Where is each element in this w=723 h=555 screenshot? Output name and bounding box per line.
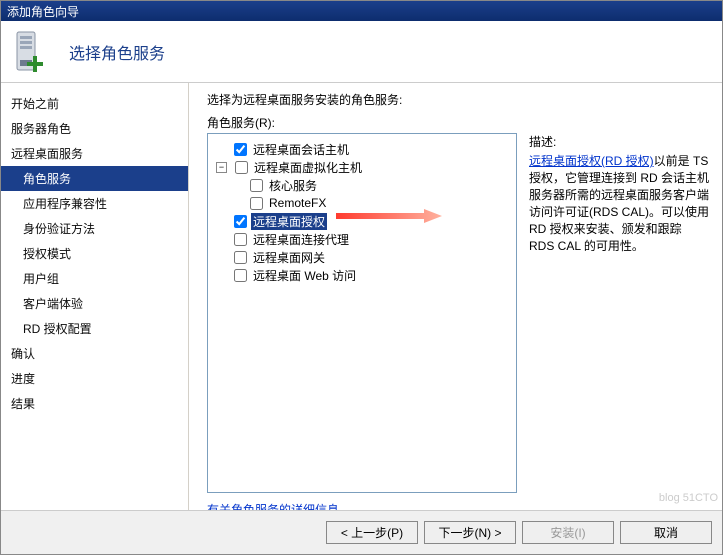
sidebar-step[interactable]: 应用程序兼容性 [1, 191, 188, 216]
cancel-button[interactable]: 取消 [620, 521, 712, 544]
tree-node[interactable]: RemoteFX [212, 194, 512, 212]
description-body: 远程桌面授权(RD 授权)以前是 TS 授权，它管理连接到 RD 会话主机服务器… [529, 152, 709, 254]
tree-node[interactable]: − 远程桌面虚拟化主机 [212, 158, 512, 176]
tree-checkbox[interactable] [250, 179, 263, 192]
description-text: 以前是 TS 授权，它管理连接到 RD 会话主机服务器所需的远程桌面服务客户端访… [529, 154, 709, 253]
sidebar-step[interactable]: 角色服务 [1, 166, 188, 191]
server-role-icon [11, 30, 51, 74]
sidebar-step[interactable]: 确认 [1, 341, 188, 366]
tree-node-label: 核心服务 [267, 177, 319, 194]
description-heading: 描述: [529, 133, 709, 150]
tree-node-label: 远程桌面授权 [251, 213, 327, 230]
sidebar-step[interactable]: 客户端体验 [1, 291, 188, 316]
main-content: 选择为远程桌面服务安装的角色服务: 角色服务(R): 远程桌面会话主机−远程桌面… [189, 83, 722, 510]
prompt-text: 选择为远程桌面服务安装的角色服务: [207, 91, 722, 108]
tree-node-label: RemoteFX [267, 196, 328, 210]
role-services-tree[interactable]: 远程桌面会话主机−远程桌面虚拟化主机核心服务RemoteFX远程桌面授权远程桌面… [207, 133, 517, 493]
tree-checkbox[interactable] [234, 251, 247, 264]
tree-node[interactable]: 远程桌面会话主机 [212, 140, 512, 158]
tree-node[interactable]: 远程桌面网关 [212, 248, 512, 266]
tree-node[interactable]: 远程桌面授权 [212, 212, 512, 230]
sidebar-step[interactable]: 用户组 [1, 266, 188, 291]
tree-node-label: 远程桌面虚拟化主机 [252, 159, 364, 176]
sidebar-step[interactable]: 远程桌面服务 [1, 141, 188, 166]
window-title: 添加角色向导 [7, 5, 79, 19]
prev-button[interactable]: < 上一步(P) [326, 521, 418, 544]
sidebar-step[interactable]: 授权模式 [1, 241, 188, 266]
sidebar-step[interactable]: 服务器角色 [1, 116, 188, 141]
page-heading: 选择角色服务 [69, 40, 165, 64]
tree-checkbox[interactable] [250, 197, 263, 210]
window-titlebar: 添加角色向导 [1, 1, 722, 21]
tree-node[interactable]: 远程桌面 Web 访问 [212, 266, 512, 284]
tree-node-label: 远程桌面连接代理 [251, 231, 351, 248]
tree-expander-icon[interactable]: − [216, 162, 227, 173]
next-button[interactable]: 下一步(N) > [424, 521, 516, 544]
tree-checkbox[interactable] [234, 233, 247, 246]
wizard-steps-sidebar: 开始之前服务器角色远程桌面服务角色服务应用程序兼容性身份验证方法授权模式用户组客… [1, 83, 189, 510]
tree-node-label: 远程桌面 Web 访问 [251, 267, 358, 284]
tree-checkbox[interactable] [234, 269, 247, 282]
sidebar-step[interactable]: RD 授权配置 [1, 316, 188, 341]
wizard-header: 选择角色服务 [1, 21, 722, 83]
sidebar-step[interactable]: 身份验证方法 [1, 216, 188, 241]
tree-node-label: 远程桌面网关 [251, 249, 327, 266]
install-button: 安装(I) [522, 521, 614, 544]
roles-label: 角色服务(R): [207, 114, 722, 131]
tree-checkbox[interactable] [234, 215, 247, 228]
sidebar-step[interactable]: 进度 [1, 366, 188, 391]
tree-checkbox[interactable] [234, 143, 247, 156]
description-panel: 描述: 远程桌面授权(RD 授权)以前是 TS 授权，它管理连接到 RD 会话主… [529, 133, 709, 254]
sidebar-step[interactable]: 结果 [1, 391, 188, 416]
sidebar-step[interactable]: 开始之前 [1, 91, 188, 116]
wizard-footer: < 上一步(P) 下一步(N) > 安装(I) 取消 [1, 510, 722, 554]
tree-checkbox[interactable] [235, 161, 248, 174]
tree-node-label: 远程桌面会话主机 [251, 141, 351, 158]
tree-node[interactable]: 核心服务 [212, 176, 512, 194]
description-link[interactable]: 远程桌面授权(RD 授权) [529, 154, 654, 168]
tree-node[interactable]: 远程桌面连接代理 [212, 230, 512, 248]
